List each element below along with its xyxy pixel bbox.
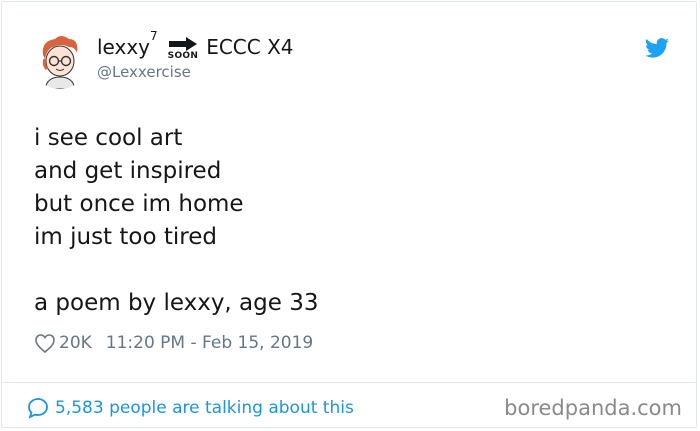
soon-badge-text: SOON: [167, 51, 199, 61]
avatar-illustration: [31, 31, 89, 89]
event-text: ECCC X4: [206, 35, 294, 59]
talking-text[interactable]: 5,583 people are talking about this: [55, 398, 354, 418]
talking-link[interactable]: 5,583 people are talking about this: [27, 397, 354, 419]
name-superscript: 7: [150, 29, 158, 44]
tweet-card: lexxy7 SOON ECCC X4 @Lexxercise i see co…: [1, 1, 697, 428]
watermark: boredpanda.com: [504, 396, 682, 420]
tweet-text: i see cool art and get inspired but once…: [34, 125, 319, 316]
tweet-meta: 20K 11:20 PM - Feb 15, 2019: [35, 333, 313, 353]
twitter-bird-icon[interactable]: [645, 38, 669, 58]
author-handle[interactable]: @Lexxercise: [97, 63, 191, 81]
likes-count[interactable]: 20K: [59, 333, 92, 353]
avatar[interactable]: [31, 31, 89, 89]
display-name[interactable]: lexxy7: [97, 29, 158, 59]
tweet-timestamp[interactable]: 11:20 PM - Feb 15, 2019: [106, 333, 313, 353]
heart-outline-icon[interactable]: [35, 333, 55, 353]
soon-badge: SOON: [168, 37, 199, 61]
author-name-row[interactable]: lexxy7 SOON ECCC X4: [97, 29, 294, 61]
footer-divider: [2, 382, 696, 383]
speech-bubble-icon: [28, 398, 48, 419]
arrow-right-icon: [168, 37, 197, 51]
